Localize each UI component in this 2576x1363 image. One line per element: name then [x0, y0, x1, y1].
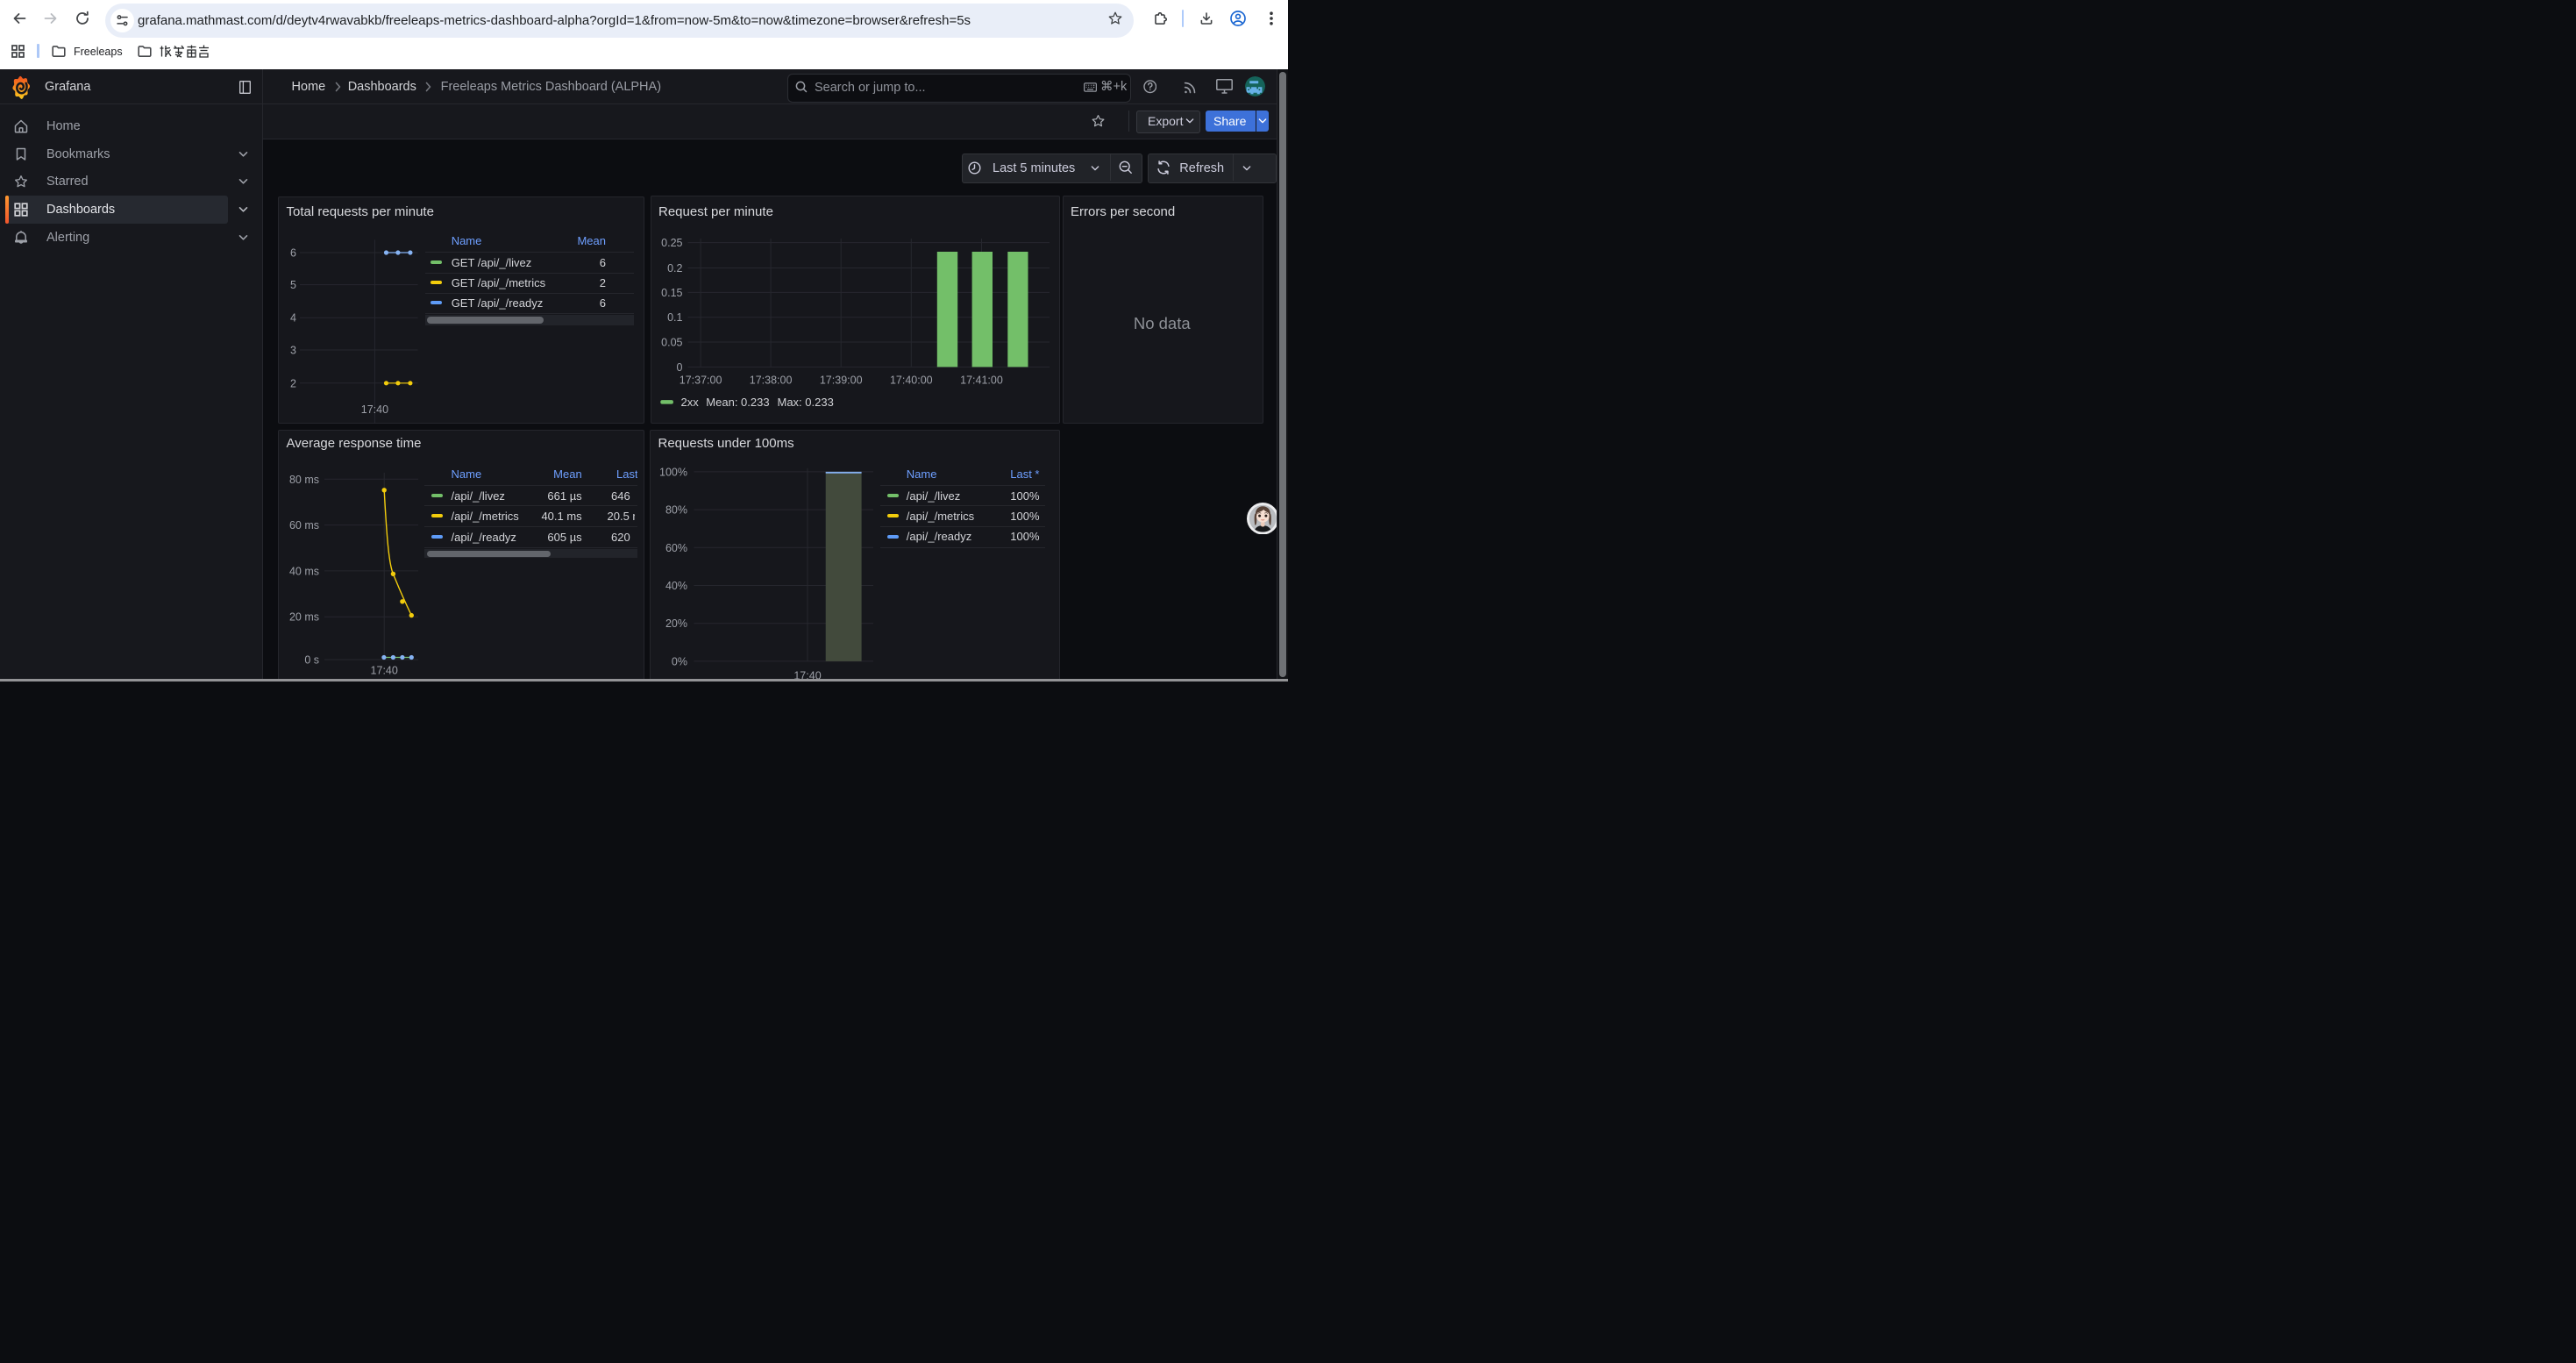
svg-text:0.2: 0.2 — [667, 262, 682, 275]
svg-text:4: 4 — [290, 311, 296, 324]
svg-text:40%: 40% — [665, 580, 687, 592]
svg-text:3: 3 — [290, 344, 296, 356]
svg-text:5: 5 — [290, 279, 296, 291]
svg-text:17:41:00: 17:41:00 — [960, 374, 1003, 386]
svg-text:0.05: 0.05 — [661, 337, 682, 349]
svg-text:0.15: 0.15 — [661, 287, 682, 299]
svg-text:60 ms: 60 ms — [288, 519, 318, 532]
svg-text:60%: 60% — [665, 541, 687, 553]
svg-text:2: 2 — [290, 377, 296, 389]
svg-text:17:39:00: 17:39:00 — [819, 374, 862, 386]
svg-text:0.1: 0.1 — [667, 311, 682, 324]
svg-text:80 ms: 80 ms — [288, 474, 318, 486]
svg-text:2xx: 2xx — [680, 396, 699, 409]
svg-text:20%: 20% — [665, 617, 687, 630]
svg-text:6: 6 — [290, 246, 296, 259]
svg-text:20 ms: 20 ms — [288, 611, 318, 624]
svg-text:17:40:00: 17:40:00 — [889, 374, 932, 386]
svg-text:17:40: 17:40 — [370, 664, 397, 676]
svg-text:0: 0 — [676, 361, 682, 374]
svg-text:80%: 80% — [665, 503, 687, 516]
svg-text:17:37:00: 17:37:00 — [679, 374, 722, 386]
svg-text:40 ms: 40 ms — [288, 565, 318, 577]
svg-text:100%: 100% — [659, 466, 687, 478]
svg-text:0 s: 0 s — [304, 654, 319, 667]
svg-text:17:38:00: 17:38:00 — [749, 374, 792, 386]
svg-text:0%: 0% — [672, 655, 687, 667]
svg-text:Mean: 0.233: Mean: 0.233 — [706, 396, 769, 409]
svg-text:17:40: 17:40 — [361, 403, 388, 416]
svg-text:Max: 0.233: Max: 0.233 — [777, 396, 833, 409]
svg-text:0.25: 0.25 — [661, 237, 682, 249]
